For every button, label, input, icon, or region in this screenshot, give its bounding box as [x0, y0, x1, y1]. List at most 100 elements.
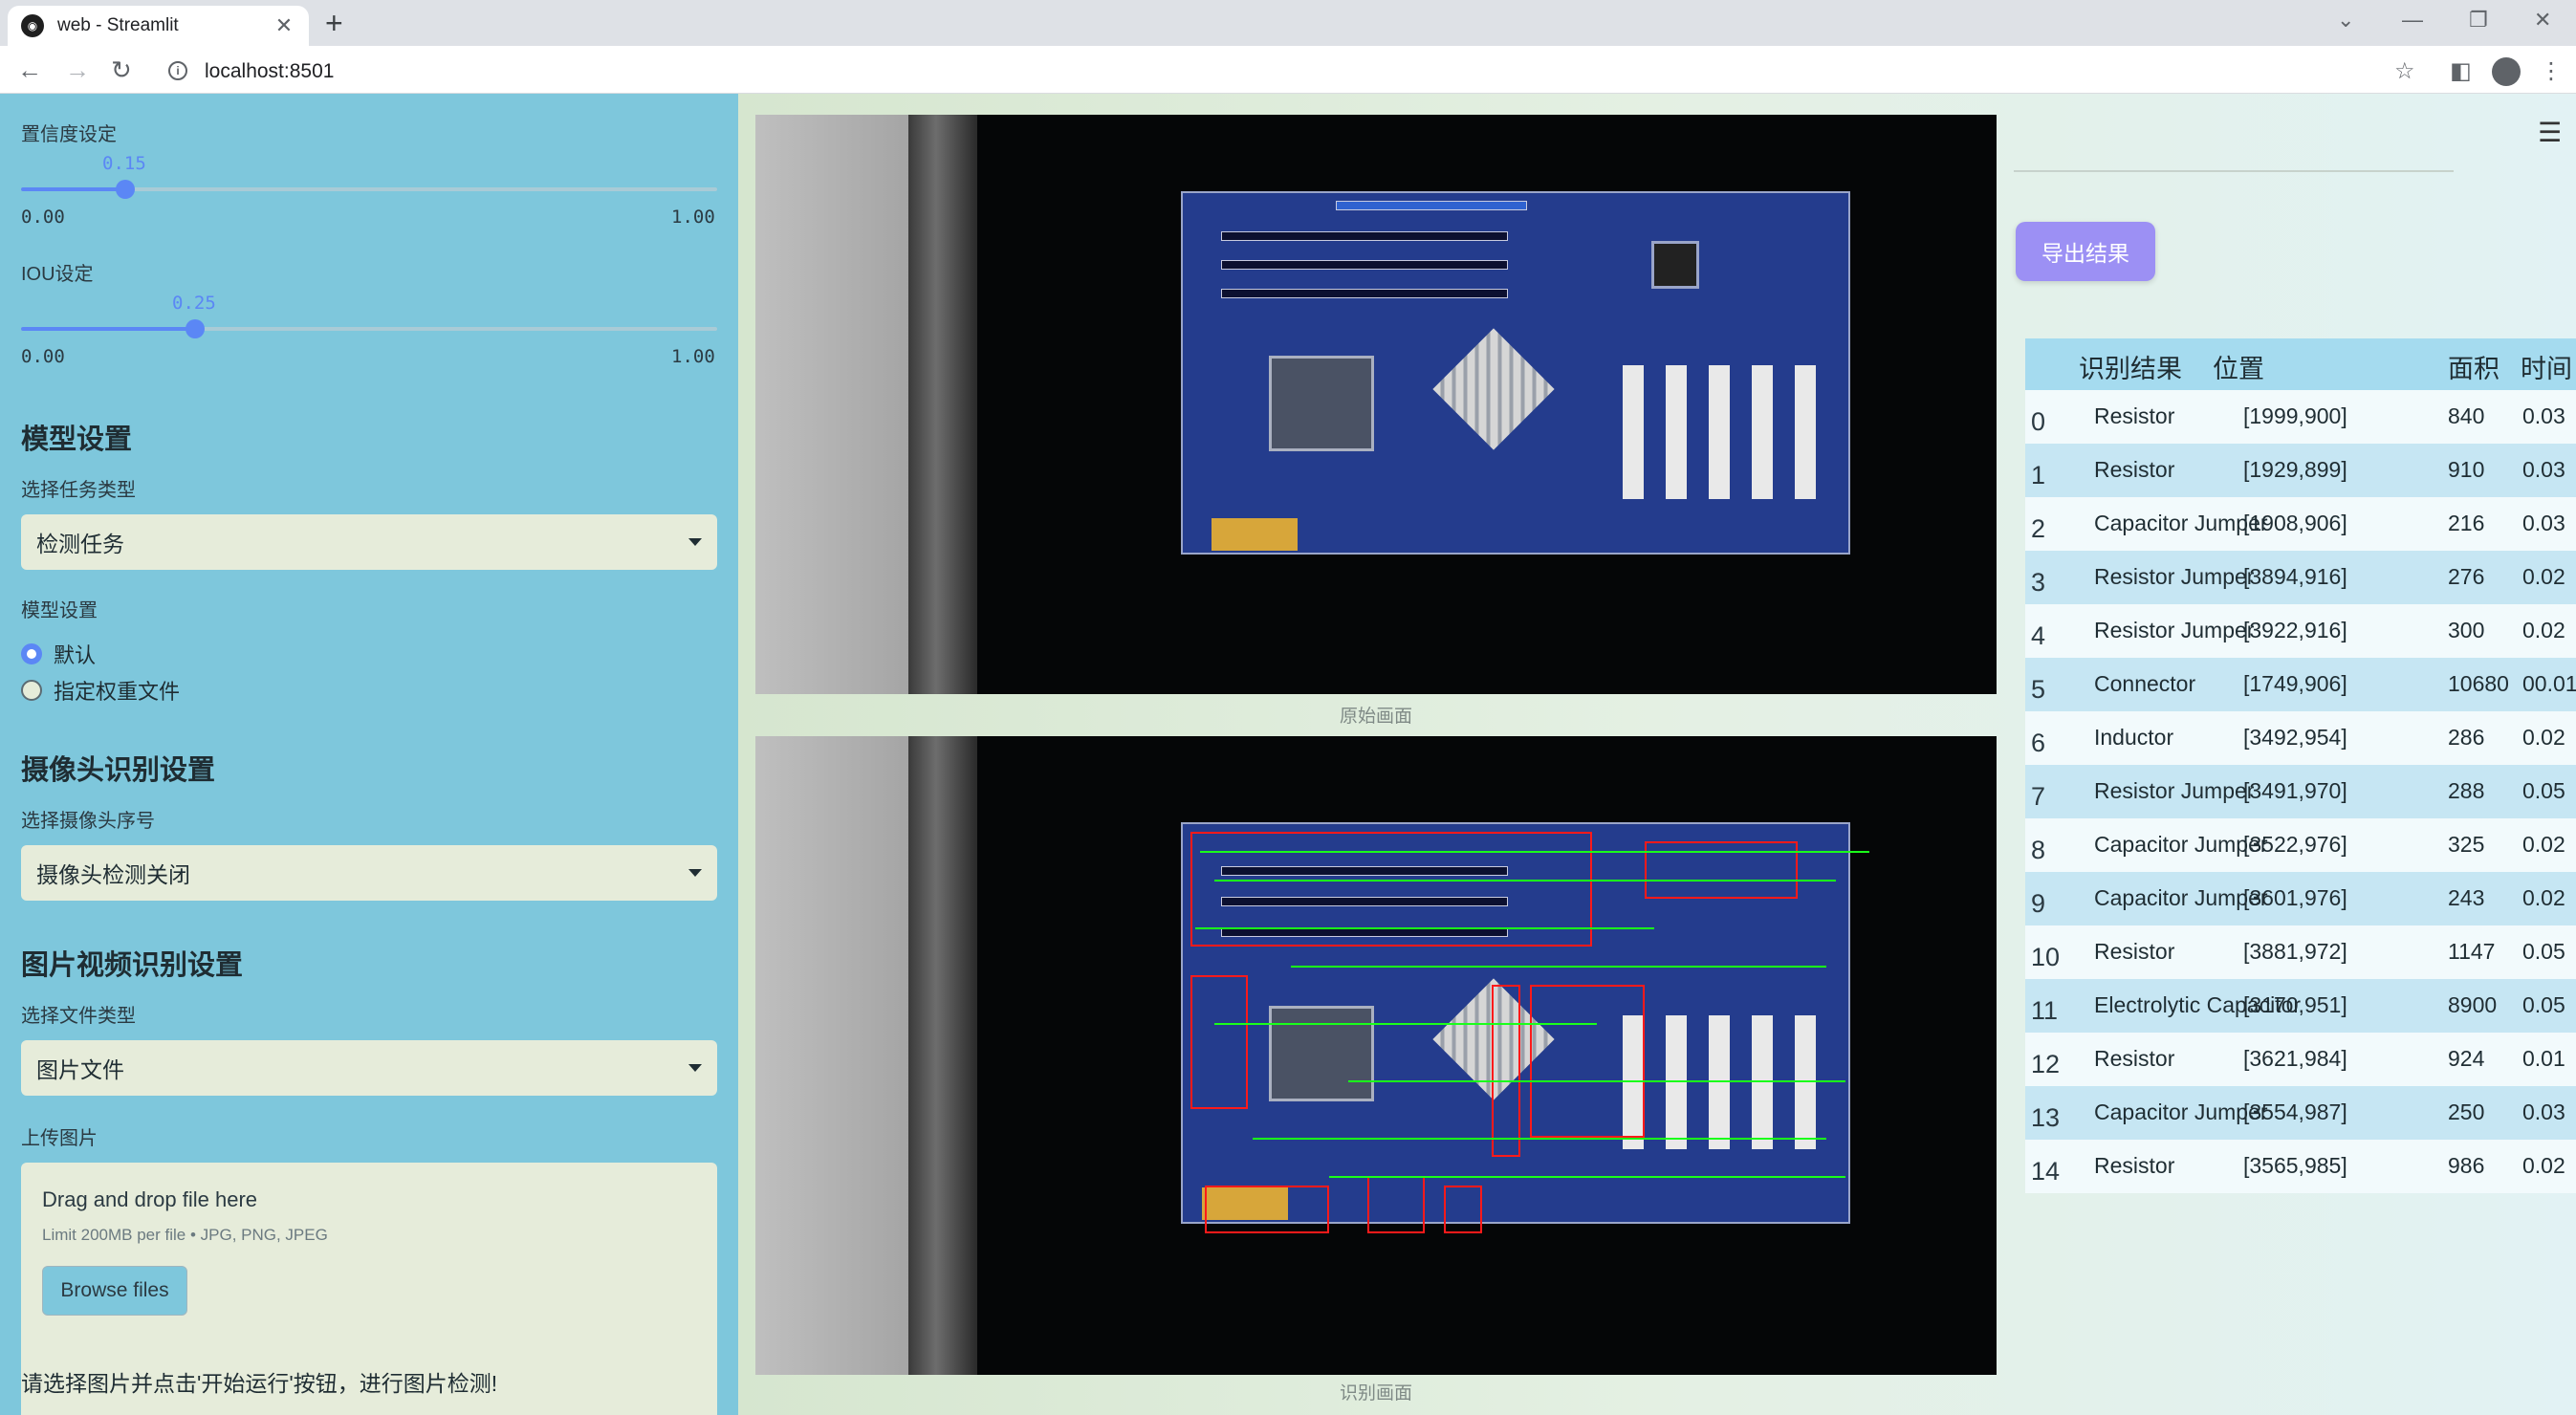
row-area: 910	[2448, 457, 2485, 482]
restore-icon[interactable]: ❐	[2469, 8, 2488, 33]
radio-default[interactable]: 默认	[21, 639, 96, 669]
row-area: 8900	[2448, 992, 2498, 1017]
minimize-icon[interactable]: —	[2402, 8, 2423, 33]
iou-slider-thumb[interactable]	[186, 319, 205, 338]
original-caption: 原始画面	[1339, 707, 1412, 727]
results-table[interactable]: 识别结果 位置 面积 时间 0 Resistor [1999,900] 840 0.03…	[2025, 338, 2576, 1415]
iou-min: 0.00	[21, 346, 65, 367]
row-position: [1999,900]	[2243, 403, 2347, 428]
close-window-icon[interactable]: ✕	[2534, 8, 2551, 33]
forward-icon[interactable]: →	[65, 55, 90, 84]
row-area: 300	[2448, 618, 2485, 642]
table-row[interactable]: 6 Inductor [3492,954] 286 0.02	[2025, 711, 2576, 765]
task-type-label: 选择任务类型	[21, 480, 136, 501]
camera-index-select[interactable]: 摄像头检测关闭	[21, 845, 717, 901]
pci-slot	[1795, 1015, 1816, 1149]
radio-selected-icon[interactable]	[21, 643, 42, 664]
row-time: 0.03	[2522, 1099, 2565, 1124]
row-index: 13	[2031, 1103, 2061, 1132]
detection-box	[1444, 1186, 1482, 1233]
confidence-max: 1.00	[671, 207, 715, 228]
iou-slider[interactable]	[21, 319, 717, 338]
close-tab-icon[interactable]: ✕	[273, 13, 295, 38]
task-type-select[interactable]: 检测任务	[21, 514, 717, 570]
pci-slot	[1752, 1015, 1773, 1149]
row-position: [3491,970]	[2243, 778, 2347, 803]
cpu-socket	[1269, 356, 1374, 451]
site-info-icon[interactable]: i	[168, 61, 187, 80]
column-header[interactable]: 位置	[2213, 348, 2264, 385]
chevron-down-icon	[688, 1064, 702, 1072]
table-row[interactable]: 0 Resistor [1999,900] 840 0.03	[2025, 390, 2576, 444]
url-text[interactable]: localhost:8501	[205, 60, 334, 83]
detection-label-line	[1214, 880, 1836, 882]
row-index: 4	[2031, 621, 2046, 650]
dropzone-title: Drag and drop file here	[42, 1187, 258, 1211]
more-options-icon[interactable]: ⋮	[2540, 57, 2563, 85]
camera-index-label: 选择摄像头序号	[21, 811, 155, 832]
new-tab-icon[interactable]: +	[325, 6, 343, 41]
row-label: Resistor	[2094, 403, 2175, 428]
hamburger-menu-icon[interactable]: ☰	[2538, 117, 2562, 148]
table-header: 识别结果 位置 面积 时间	[2025, 338, 2576, 390]
table-row[interactable]: 7 Resistor Jumper [3491,970] 288 0.05	[2025, 765, 2576, 818]
row-index: 14	[2031, 1157, 2061, 1186]
table-row[interactable]: 9 Capacitor Jumper [3601,976] 243 0.02	[2025, 872, 2576, 925]
row-time: 00.01	[2522, 671, 2576, 696]
model-settings-heading: 模型设置	[21, 424, 133, 455]
browse-files-button[interactable]: Browse files	[42, 1266, 187, 1316]
column-header[interactable]: 面积	[2448, 348, 2500, 385]
chevron-down-icon	[688, 869, 702, 877]
model-label: 模型设置	[21, 600, 98, 621]
column-header[interactable]: 时间	[2521, 348, 2572, 385]
side-panel-icon[interactable]: ◧	[2450, 57, 2472, 85]
row-label: Capacitor Jumper	[2094, 832, 2268, 857]
table-row[interactable]: 12 Resistor [3621,984] 924 0.01	[2025, 1033, 2576, 1086]
confidence-slider-thumb[interactable]	[116, 180, 136, 199]
row-index: 3	[2031, 568, 2046, 597]
table-row[interactable]: 5 Connector [1749,906] 10680 00.01	[2025, 658, 2576, 711]
row-area: 216	[2448, 511, 2485, 535]
row-time: 0.02	[2522, 832, 2565, 857]
radio-custom-weights[interactable]: 指定权重文件	[21, 675, 180, 706]
iou-label: IOU设定	[21, 264, 94, 285]
detection-label-line	[1200, 851, 1869, 853]
radio-default-label: 默认	[54, 643, 97, 667]
table-row[interactable]: 4 Resistor Jumper [3922,916] 300 0.02	[2025, 604, 2576, 658]
detection-box	[1190, 832, 1592, 947]
media-settings-heading: 图片视频识别设置	[21, 950, 244, 981]
table-row[interactable]: 2 Capacitor Jumper [1908,906] 216 0.03	[2025, 497, 2576, 551]
table-row[interactable]: 8 Capacitor Jumper [3522,976] 325 0.02	[2025, 818, 2576, 872]
tab-search-chevron-icon[interactable]: ⌄	[2337, 8, 2354, 33]
row-position: [1908,906]	[2243, 511, 2347, 535]
row-position: [3881,972]	[2243, 939, 2347, 964]
detection-box	[1190, 975, 1248, 1109]
row-area: 276	[2448, 564, 2485, 589]
divider	[2014, 170, 2454, 172]
row-index: 9	[2031, 889, 2046, 918]
dropzone-limit: Limit 200MB per file • JPG, PNG, JPEG	[42, 1226, 328, 1244]
confidence-min: 0.00	[21, 207, 65, 228]
table-row[interactable]: 1 Resistor [1929,899] 910 0.03	[2025, 444, 2576, 497]
file-type-select[interactable]: 图片文件	[21, 1040, 717, 1096]
row-label: Resistor	[2094, 1153, 2175, 1178]
table-row[interactable]: 10 Resistor [3881,972] 1147 0.05	[2025, 925, 2576, 979]
table-row[interactable]: 14 Resistor [3565,985] 986 0.02	[2025, 1140, 2576, 1193]
reload-icon[interactable]: ↻	[111, 55, 132, 84]
radio-unselected-icon[interactable]	[21, 680, 42, 701]
back-icon[interactable]: ←	[17, 55, 42, 84]
profile-avatar[interactable]	[2492, 57, 2521, 86]
row-time: 0.01	[2522, 1046, 2565, 1071]
row-label: Inductor	[2094, 725, 2174, 750]
browser-tab[interactable]: ◉ web - Streamlit ✕	[8, 6, 309, 46]
sidebar: 置信度设定 0.15 0.00 1.00 IOU设定 0.25 0.00 1.0…	[0, 94, 738, 1415]
column-header[interactable]: 识别结果	[2079, 348, 2182, 385]
table-row[interactable]: 13 Capacitor Jumper [3554,987] 250 0.03	[2025, 1086, 2576, 1140]
row-area: 325	[2448, 832, 2485, 857]
confidence-slider[interactable]	[21, 180, 717, 199]
bookmark-star-icon[interactable]: ☆	[2394, 57, 2415, 85]
omnibox[interactable]: i localhost:8501	[155, 54, 2402, 88]
export-results-button[interactable]: 导出结果	[2016, 222, 2155, 281]
table-row[interactable]: 3 Resistor Jumper [3894,916] 276 0.02	[2025, 551, 2576, 604]
table-row[interactable]: 11 Electrolytic Capacitor [3170,951] 8900 0.…	[2025, 979, 2576, 1033]
